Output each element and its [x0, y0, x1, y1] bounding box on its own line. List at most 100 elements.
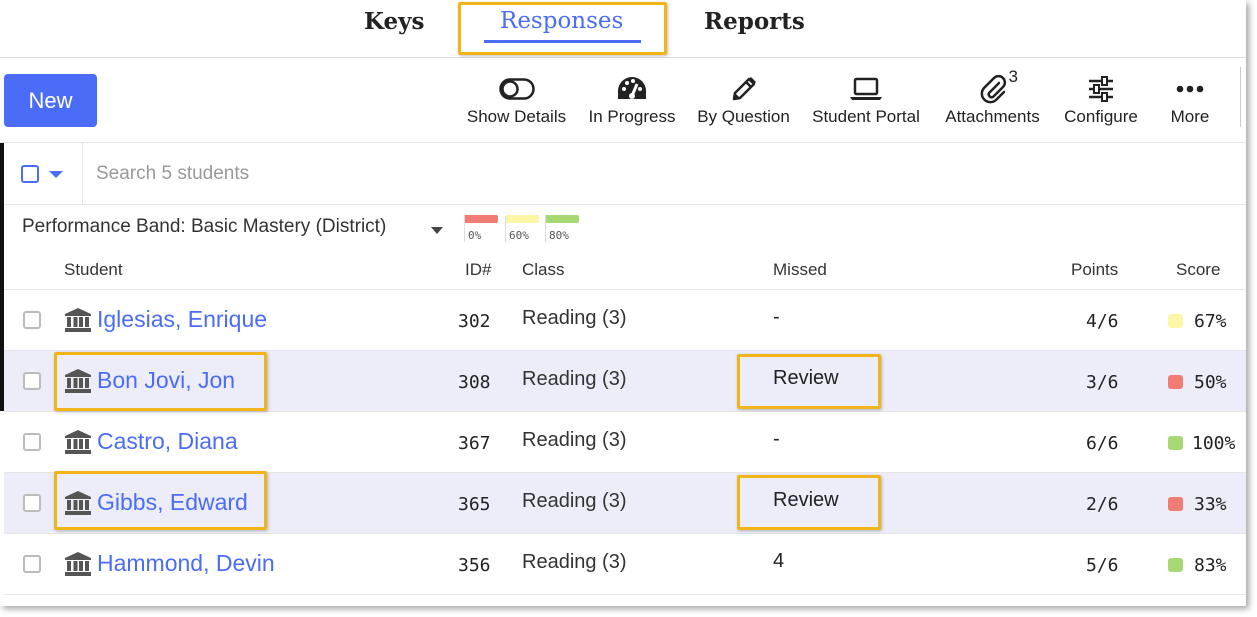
student-points: 6/6 — [1086, 433, 1119, 454]
performance-band-caret-icon[interactable] — [431, 227, 443, 234]
student-score: 100% — [1192, 433, 1236, 454]
performance-band-label[interactable]: Performance Band: Basic Mastery (Distric… — [22, 216, 386, 238]
bank-icon — [64, 429, 92, 460]
student-name-link[interactable]: Castro, Diana — [97, 428, 238, 455]
bank-icon — [64, 307, 92, 338]
bank-icon — [64, 490, 92, 521]
student-name-link[interactable]: Hammond, Devin — [97, 550, 275, 577]
in-progress-button[interactable]: In Progress — [586, 74, 678, 132]
more-button[interactable]: More — [1160, 74, 1220, 132]
table-row[interactable]: Castro, Diana 367 Reading (3) - 6/6 100% — [4, 411, 1246, 472]
student-id: 367 — [458, 433, 491, 454]
responses-panel: Keys Responses Reports New Show Details … — [0, 0, 1246, 606]
student-score: 50% — [1194, 372, 1227, 393]
active-tab-underline — [484, 40, 641, 43]
in-progress-label: In Progress — [588, 107, 676, 126]
new-button[interactable]: New — [4, 74, 97, 127]
table-row[interactable]: Iglesias, Enrique 302 Reading (3) - 4/6 … — [4, 289, 1246, 350]
row-checkbox[interactable] — [23, 311, 41, 329]
student-points: 2/6 — [1086, 494, 1119, 515]
band-swatch-yellow — [505, 215, 539, 223]
sliders-icon — [1087, 74, 1115, 104]
more-label: More — [1170, 107, 1210, 126]
student-id: 356 — [458, 555, 491, 576]
toolbar-right-divider — [1240, 67, 1246, 127]
student-name-link[interactable]: Iglesias, Enrique — [97, 306, 267, 333]
band-pct-80: 80% — [549, 229, 569, 242]
attachments-count: 3 — [1008, 67, 1018, 86]
col-header-student[interactable]: Student — [64, 260, 123, 280]
top-tabs: Keys Responses Reports — [0, 0, 1246, 58]
attachments-label: Attachments — [945, 107, 1040, 126]
bank-icon — [64, 551, 92, 582]
band-tick — [505, 216, 506, 242]
col-header-class[interactable]: Class — [522, 260, 565, 280]
col-header-points[interactable]: Points — [1071, 260, 1118, 280]
band-swatch-green — [545, 215, 579, 223]
select-menu-caret-icon[interactable] — [49, 171, 63, 178]
student-missed-review-link[interactable]: Review — [773, 367, 839, 390]
student-missed: - — [773, 306, 780, 328]
student-name-link[interactable]: Bon Jovi, Jon — [97, 367, 235, 394]
show-details-label: Show Details — [466, 107, 567, 126]
search-input[interactable] — [96, 157, 596, 191]
bank-icon — [64, 368, 92, 399]
student-missed: 4 — [773, 550, 785, 572]
student-class: Reading (3) — [522, 551, 627, 573]
tab-reports[interactable]: Reports — [704, 8, 805, 35]
laptop-icon — [849, 74, 883, 104]
toggle-icon — [498, 74, 535, 104]
band-swatch-red — [464, 215, 498, 223]
by-question-button[interactable]: By Question — [696, 74, 791, 132]
gauge-icon — [616, 74, 648, 104]
student-portal-button[interactable]: Student Portal — [809, 74, 923, 132]
table-row[interactable]: Hammond, Devin 356 Reading (3) 4 5/6 83% — [4, 533, 1246, 594]
col-header-score[interactable]: Score — [1176, 260, 1220, 280]
band-tick — [464, 216, 465, 242]
row-checkbox[interactable] — [23, 433, 41, 451]
paperclip-icon: 3 — [979, 67, 1018, 104]
student-id: 302 — [458, 311, 491, 332]
student-missed-review-link[interactable]: Review — [773, 489, 839, 512]
score-color-swatch — [1168, 436, 1183, 450]
pencil-icon — [730, 74, 758, 104]
student-missed: - — [773, 428, 780, 450]
row-checkbox[interactable] — [23, 555, 41, 573]
select-all-checkbox[interactable] — [21, 165, 39, 183]
by-question-label: By Question — [697, 107, 790, 126]
col-header-id[interactable]: ID# — [465, 260, 491, 280]
student-class: Reading (3) — [522, 368, 627, 390]
student-points: 5/6 — [1086, 555, 1119, 576]
tab-responses[interactable]: Responses — [500, 8, 623, 34]
table-bottom-border — [4, 594, 1246, 595]
score-color-swatch — [1168, 558, 1183, 572]
table-row[interactable]: Gibbs, Edward 365 Reading (3) Review 2/6… — [4, 472, 1246, 533]
student-points: 3/6 — [1086, 372, 1119, 393]
band-pct-0: 0% — [468, 229, 482, 242]
student-class: Reading (3) — [522, 307, 627, 329]
configure-button[interactable]: Configure — [1062, 74, 1140, 132]
table-row[interactable]: Bon Jovi, Jon 308 Reading (3) Review 3/6… — [4, 350, 1246, 411]
score-color-swatch — [1168, 314, 1183, 328]
search-row — [4, 143, 1246, 205]
attachments-button[interactable]: 3 Attachments — [941, 67, 1044, 132]
student-score: 67% — [1194, 311, 1227, 332]
toolbar: New Show Details In Progress By Question… — [0, 59, 1246, 143]
row-checkbox[interactable] — [23, 372, 41, 390]
student-name-link[interactable]: Gibbs, Edward — [97, 489, 248, 516]
student-portal-label: Student Portal — [812, 107, 920, 126]
show-details-button[interactable]: Show Details — [465, 74, 568, 132]
band-tick — [545, 216, 546, 242]
configure-label: Configure — [1064, 107, 1138, 126]
tab-keys[interactable]: Keys — [364, 8, 424, 35]
col-header-missed[interactable]: Missed — [773, 260, 827, 280]
student-class: Reading (3) — [522, 429, 627, 451]
student-id: 365 — [458, 494, 491, 515]
student-score: 83% — [1194, 555, 1227, 576]
band-pct-60: 60% — [509, 229, 529, 242]
student-class: Reading (3) — [522, 490, 627, 512]
search-divider — [82, 143, 83, 205]
student-score: 33% — [1194, 494, 1227, 515]
score-color-swatch — [1168, 497, 1183, 511]
row-checkbox[interactable] — [23, 494, 41, 512]
